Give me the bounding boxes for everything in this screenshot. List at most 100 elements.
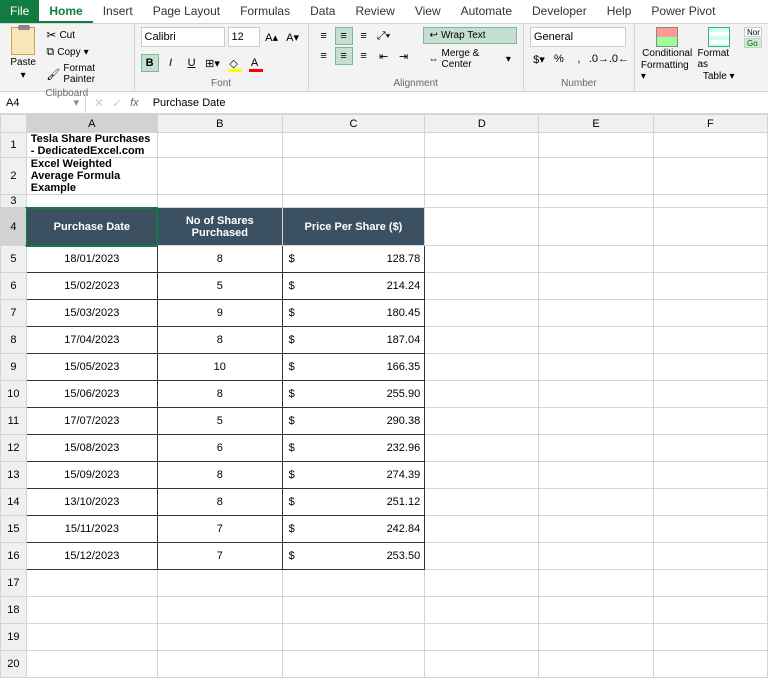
cell-date[interactable]: 15/08/2023 [26, 435, 157, 462]
row-header-6[interactable]: 6 [1, 273, 27, 300]
cell[interactable] [425, 327, 539, 354]
cell-shares[interactable]: 8 [157, 462, 282, 489]
cell[interactable] [653, 208, 767, 246]
cell[interactable] [26, 570, 157, 597]
row-header-11[interactable]: 11 [1, 408, 27, 435]
cell[interactable] [653, 489, 767, 516]
header-price[interactable]: Price Per Share ($) [282, 208, 425, 246]
cell[interactable] [539, 543, 653, 570]
header-shares[interactable]: No of Shares Purchased [157, 208, 282, 246]
cell-shares[interactable]: 7 [157, 516, 282, 543]
cell[interactable] [26, 597, 157, 624]
col-header-f[interactable]: F [653, 115, 767, 133]
cell[interactable] [653, 195, 767, 208]
percent-format-button[interactable]: % [550, 50, 568, 68]
cell-price[interactable]: $187.04 [282, 327, 425, 354]
cell[interactable] [282, 158, 425, 195]
align-top-button[interactable]: ≡ [315, 27, 333, 45]
cell[interactable] [157, 624, 282, 651]
cell[interactable] [26, 651, 157, 678]
cell-date[interactable]: 13/10/2023 [26, 489, 157, 516]
increase-indent-button[interactable]: ⇥ [395, 47, 413, 65]
cell[interactable] [157, 133, 282, 158]
cell-price[interactable]: $166.35 [282, 354, 425, 381]
tab-home[interactable]: Home [39, 0, 92, 23]
cell[interactable] [425, 624, 539, 651]
cell[interactable] [539, 381, 653, 408]
align-center-button[interactable]: ≡ [335, 47, 353, 65]
name-box[interactable]: A4▾ [0, 92, 86, 113]
enter-formula-icon[interactable]: ✓ [112, 96, 122, 110]
cell[interactable] [539, 624, 653, 651]
cell[interactable] [425, 516, 539, 543]
cell[interactable] [425, 570, 539, 597]
cell-price[interactable]: $128.78 [282, 246, 425, 273]
format-as-table-button[interactable]: Format as Table ▾ [697, 27, 740, 82]
tab-automate[interactable]: Automate [451, 0, 522, 23]
cell-shares[interactable]: 8 [157, 246, 282, 273]
cell[interactable] [157, 651, 282, 678]
cell[interactable] [157, 158, 282, 195]
title-1[interactable]: Tesla Share Purchases - DedicatedExcel.c… [26, 133, 157, 158]
cell[interactable] [653, 543, 767, 570]
cell-date[interactable]: 17/07/2023 [26, 408, 157, 435]
row-header-16[interactable]: 16 [1, 543, 27, 570]
cell[interactable] [282, 651, 425, 678]
cell[interactable] [539, 408, 653, 435]
tab-review[interactable]: Review [345, 0, 404, 23]
row-header-12[interactable]: 12 [1, 435, 27, 462]
cell[interactable] [425, 597, 539, 624]
cell[interactable] [425, 133, 539, 158]
tab-developer[interactable]: Developer [522, 0, 597, 23]
cell[interactable] [653, 300, 767, 327]
cell[interactable] [539, 516, 653, 543]
cell[interactable] [653, 381, 767, 408]
row-header-20[interactable]: 20 [1, 651, 27, 678]
row-header-18[interactable]: 18 [1, 597, 27, 624]
cell-shares[interactable]: 9 [157, 300, 282, 327]
underline-button[interactable]: U [183, 54, 201, 72]
cell-styles-gallery[interactable]: Nor Go [744, 27, 762, 48]
cell[interactable] [539, 208, 653, 246]
cell[interactable] [539, 651, 653, 678]
header-purchase-date[interactable]: Purchase Date [26, 208, 157, 246]
cell[interactable] [157, 570, 282, 597]
cell[interactable] [653, 354, 767, 381]
row-header-13[interactable]: 13 [1, 462, 27, 489]
cell-shares[interactable]: 7 [157, 543, 282, 570]
number-format-select[interactable] [530, 27, 626, 47]
row-header-2[interactable]: 2 [1, 158, 27, 195]
cell[interactable] [425, 354, 539, 381]
cell-price[interactable]: $290.38 [282, 408, 425, 435]
increase-font-button[interactable]: A▴ [263, 28, 281, 46]
row-header-1[interactable]: 1 [1, 133, 27, 158]
cell[interactable] [539, 133, 653, 158]
cell[interactable] [425, 381, 539, 408]
cell-price[interactable]: $242.84 [282, 516, 425, 543]
cell[interactable] [539, 462, 653, 489]
cell[interactable] [539, 489, 653, 516]
cell[interactable] [539, 300, 653, 327]
cell[interactable] [653, 408, 767, 435]
col-header-d[interactable]: D [425, 115, 539, 133]
title-2[interactable]: Excel Weighted Average Formula Example [26, 158, 157, 195]
tab-view[interactable]: View [405, 0, 451, 23]
tab-page-layout[interactable]: Page Layout [143, 0, 230, 23]
cell[interactable] [653, 246, 767, 273]
row-header-8[interactable]: 8 [1, 327, 27, 354]
cell-price[interactable]: $180.45 [282, 300, 425, 327]
cell[interactable] [539, 158, 653, 195]
row-header-10[interactable]: 10 [1, 381, 27, 408]
cell-shares[interactable]: 10 [157, 354, 282, 381]
accounting-format-button[interactable]: $▾ [530, 50, 548, 68]
col-header-b[interactable]: B [157, 115, 282, 133]
font-name-select[interactable] [141, 27, 225, 47]
row-header-17[interactable]: 17 [1, 570, 27, 597]
fx-icon[interactable]: fx [130, 97, 139, 109]
decrease-decimal-button[interactable]: .0← [610, 50, 628, 68]
cell[interactable] [425, 246, 539, 273]
tab-formulas[interactable]: Formulas [230, 0, 300, 23]
cell-style-normal[interactable]: Nor [744, 27, 762, 37]
decrease-indent-button[interactable]: ⇤ [375, 47, 393, 65]
cell-shares[interactable]: 6 [157, 435, 282, 462]
